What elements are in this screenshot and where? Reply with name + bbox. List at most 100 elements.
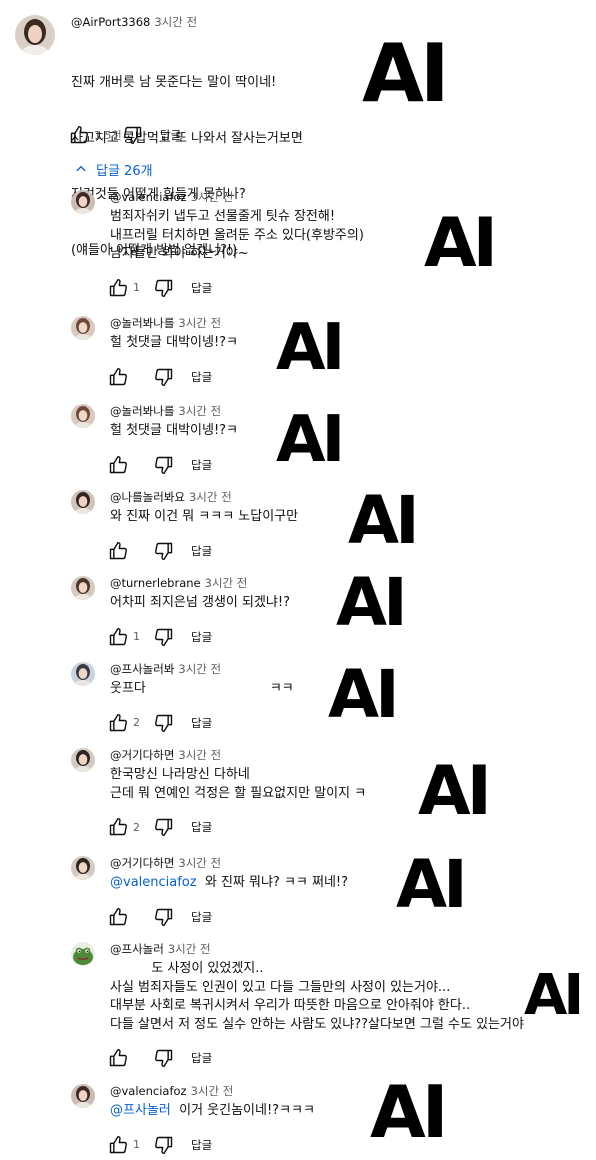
- thumb-down-icon[interactable]: [153, 816, 175, 838]
- text-line: 웃프다 ㅋㅋ: [110, 681, 294, 696]
- reply-button[interactable]: 답글: [191, 457, 212, 473]
- comment-header: @프사놀러 3시간 전: [110, 941, 211, 957]
- thumb-down-icon[interactable]: [153, 540, 175, 562]
- avatar[interactable]: [71, 748, 95, 772]
- text-line: 도 사정이 있었겠지..: [110, 961, 264, 976]
- ai-watermark: AI: [418, 752, 492, 831]
- like-count: 1: [133, 281, 140, 295]
- author-name[interactable]: @프사놀러봐: [110, 662, 174, 676]
- thumb-up-icon[interactable]: [107, 626, 129, 648]
- timestamp[interactable]: 3시간 전: [178, 856, 221, 870]
- thumb-up-icon[interactable]: [107, 366, 129, 388]
- timestamp[interactable]: 3시간 전: [178, 404, 221, 418]
- avatar[interactable]: [71, 490, 95, 514]
- thumb-up-icon[interactable]: [107, 816, 129, 838]
- text-line: 사실 범죄자들도 인권이 있고 다들 그들만의 사정이 있는거야...: [110, 979, 451, 995]
- author-name[interactable]: @거기다하면: [110, 748, 174, 762]
- ai-watermark: AI: [362, 27, 450, 120]
- timestamp[interactable]: 3시간 전: [178, 748, 221, 762]
- text-span: 이거 웃긴놈이네!?ㅋㅋㅋ: [179, 1103, 315, 1118]
- avatar[interactable]: [71, 190, 95, 214]
- avatar[interactable]: [71, 662, 95, 686]
- thumb-down-icon[interactable]: [153, 626, 175, 648]
- thumb-up-icon[interactable]: [68, 124, 90, 146]
- thumb-up-icon[interactable]: [107, 906, 129, 928]
- thumb-up-icon[interactable]: [107, 540, 129, 562]
- ai-watermark: AI: [524, 963, 584, 1028]
- avatar[interactable]: [71, 942, 95, 966]
- text-line: @valenciafoz 와 진짜 뭐냐? ㅋㅋ 쩌네!?: [110, 874, 348, 893]
- reply-button[interactable]: 답글: [191, 1137, 212, 1153]
- comment-text: 헐 첫댓글 대박이넹!?ㅋ: [110, 334, 238, 353]
- thumb-down-icon[interactable]: [153, 277, 175, 299]
- author-name[interactable]: @나를놀러봐요: [110, 490, 185, 504]
- author-name[interactable]: @turnerlebrane: [110, 576, 201, 590]
- thumb-down-icon[interactable]: [153, 1047, 175, 1069]
- thumb-up-icon[interactable]: [107, 277, 129, 299]
- timestamp[interactable]: 3시간 전: [191, 1084, 234, 1098]
- thumb-up-icon[interactable]: [107, 1047, 129, 1069]
- ai-watermark: AI: [328, 656, 400, 733]
- ai-watermark: AI: [396, 846, 468, 923]
- thumb-down-icon[interactable]: [153, 366, 175, 388]
- text-line: 진짜 개버릇 남 못준다는 말이 딱이네!: [71, 75, 277, 91]
- ai-watermark: AI: [424, 204, 498, 283]
- replies-toggle-button[interactable]: 답글 26개: [74, 158, 153, 180]
- author-name[interactable]: @프사놀러: [110, 942, 164, 956]
- thumb-up-icon[interactable]: [107, 454, 129, 476]
- avatar[interactable]: [71, 576, 95, 600]
- author-name[interactable]: @valenciafoz: [110, 1084, 187, 1098]
- timestamp[interactable]: 3시간 전: [191, 190, 234, 204]
- mention-link[interactable]: @valenciafoz: [110, 875, 197, 890]
- comment-text: 웃프다 ㅋㅋ: [110, 680, 294, 699]
- comment-actions: 1 답글: [107, 277, 212, 299]
- author-name[interactable]: @valenciafoz: [110, 190, 187, 204]
- author-name[interactable]: @거기다하면: [110, 856, 174, 870]
- timestamp[interactable]: 3시간 전: [178, 316, 221, 330]
- chevron-up-icon: [76, 165, 86, 172]
- author-name[interactable]: @놀러봐나를: [110, 316, 174, 330]
- timestamp[interactable]: 3시간 전: [189, 490, 232, 504]
- text-line: 헐 첫댓글 대박이넹!?ㅋ: [110, 423, 239, 438]
- timestamp[interactable]: 3시간 전: [178, 662, 221, 676]
- thumb-up-icon[interactable]: [107, 1134, 129, 1156]
- comment-actions: 1 답글: [107, 626, 212, 648]
- top-comment: @AirPort3368 3시간 전 진짜 개버릇 남 못준다는 말이 딱이네! …: [0, 0, 596, 258]
- text-line: 근데 뭐 연예인 걱정은 할 필요없지만 말이지 ㅋ: [110, 785, 367, 801]
- reply-button[interactable]: 답글: [191, 280, 212, 296]
- text-line: @프사놀러 이거 웃긴놈이네!?ㅋㅋㅋ: [110, 1102, 315, 1121]
- text-line: 다들 살면서 저 정도 실수 안하는 사람도 있냐??살다보면 그럴 수도 있는…: [110, 1016, 524, 1032]
- reply-button[interactable]: 답글: [160, 127, 181, 143]
- comment-header: @valenciafoz 3시간 전: [110, 189, 233, 205]
- thumb-down-icon[interactable]: [153, 712, 175, 734]
- reply-button[interactable]: 답글: [191, 909, 212, 925]
- thumb-up-icon[interactable]: [107, 712, 129, 734]
- avatar[interactable]: [71, 404, 95, 428]
- thumb-down-icon[interactable]: [153, 1134, 175, 1156]
- reply-button[interactable]: 답글: [191, 1050, 212, 1066]
- mention-link[interactable]: @프사놀러: [110, 1103, 171, 1118]
- timestamp[interactable]: 3시간 전: [154, 15, 197, 29]
- replies-count-label: 답글 26개: [96, 163, 153, 179]
- comment-text: 헐 첫댓글 대박이넹!?ㅋ: [110, 422, 238, 441]
- author-name[interactable]: @놀러봐나를: [110, 404, 174, 418]
- thumb-down-icon[interactable]: [153, 906, 175, 928]
- timestamp[interactable]: 3시간 전: [205, 576, 248, 590]
- reply-button[interactable]: 답글: [191, 629, 212, 645]
- avatar[interactable]: [71, 856, 95, 880]
- text-line: 대부분 사회로 복귀시켜서 우리가 따뜻한 마음으로 안아줘야 한다..: [110, 998, 471, 1014]
- text-line: 어차피 죄지은넘 갱생이 되겠냐!?: [110, 595, 290, 610]
- reply-button[interactable]: 답글: [191, 543, 212, 559]
- avatar[interactable]: [15, 15, 55, 55]
- comment-actions: 2 답글: [107, 816, 212, 838]
- reply-button[interactable]: 답글: [191, 819, 212, 835]
- author-name[interactable]: @AirPort3368: [71, 15, 150, 29]
- thumb-down-icon[interactable]: [153, 454, 175, 476]
- avatar[interactable]: [71, 1084, 95, 1108]
- thumb-down-icon[interactable]: [122, 124, 144, 146]
- avatar[interactable]: [71, 316, 95, 340]
- text-line: 내프러릴 터치하면 올려둔 주소 있다(후방주의): [110, 227, 364, 243]
- timestamp[interactable]: 3시간 전: [168, 942, 211, 956]
- reply-button[interactable]: 답글: [191, 715, 212, 731]
- reply-button[interactable]: 답글: [191, 369, 212, 385]
